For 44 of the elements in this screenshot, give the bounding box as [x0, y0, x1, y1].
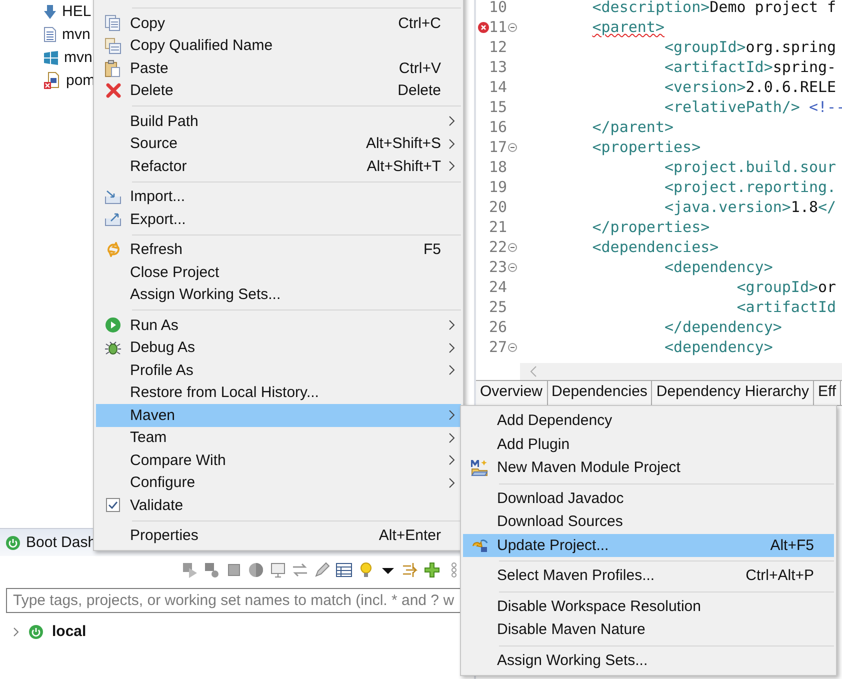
- shortcut-label: Delete: [398, 82, 441, 100]
- code-line: <artifactId>spring-: [663, 58, 836, 76]
- code-line: <description>Demo project f: [591, 0, 836, 16]
- line-number: 11: [489, 18, 508, 36]
- code-line: <dependencies>: [591, 238, 719, 256]
- line-number: 16: [489, 118, 508, 136]
- shortcut-label: Alt+Shift+S: [366, 135, 441, 152]
- code-line: </properties>: [591, 218, 710, 236]
- code-line: <parent>: [591, 18, 664, 36]
- line-number: 25: [489, 298, 508, 316]
- line-number: 18: [489, 158, 508, 176]
- line-number: 13: [489, 58, 508, 76]
- shortcut-label: Alt+F5: [770, 536, 814, 554]
- line-number: 23: [489, 258, 508, 276]
- line-number: 10: [489, 0, 508, 16]
- shortcut-label: Alt+Shift+T: [366, 158, 441, 175]
- line-number: 12: [489, 38, 508, 56]
- shortcut-label: Ctrl+V: [398, 60, 441, 77]
- line-number: 15: [489, 98, 508, 116]
- line-number: 17: [489, 138, 508, 156]
- line-number: 14: [489, 78, 508, 96]
- shortcut-label: Ctrl+C: [398, 14, 441, 32]
- code-line: <artifactId: [736, 298, 836, 316]
- code-line: <groupId>org.spring: [663, 38, 836, 56]
- code-line: <java.version>1.8</: [663, 198, 836, 216]
- code-line: <dependency>: [663, 258, 773, 276]
- line-number: 19: [489, 178, 508, 196]
- shortcut-label: F5: [423, 241, 441, 258]
- line-number: 22: [489, 238, 508, 256]
- code-line: <project.build.sour: [663, 158, 836, 176]
- line-number: 26: [489, 318, 508, 336]
- line-number: 24: [489, 278, 508, 296]
- code-line: </dependency>: [663, 318, 782, 336]
- code-line: <project.reporting.: [663, 178, 836, 196]
- shortcut-label: Ctrl+Alt+P: [746, 567, 814, 584]
- code-line: <properties>: [591, 138, 701, 156]
- line-number: 20: [489, 198, 508, 216]
- shortcut-label: Alt+Enter: [378, 527, 441, 544]
- code-line: <version>2.0.6.RELE: [663, 78, 836, 96]
- code-line: <groupId>or: [736, 278, 836, 296]
- line-number: 21: [489, 218, 508, 236]
- code-line: <dependency>: [663, 338, 773, 356]
- code-line: </parent>: [591, 118, 674, 136]
- line-number: 27: [489, 338, 508, 356]
